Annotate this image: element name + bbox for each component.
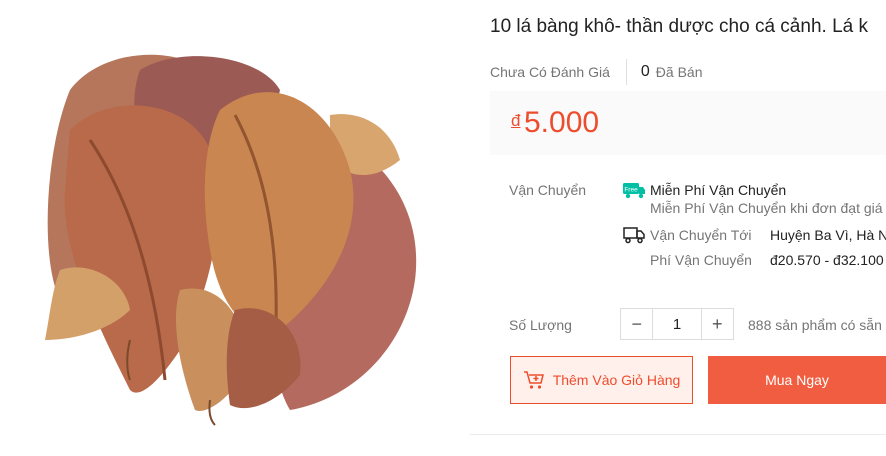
ship-to-label: Vận Chuyển Tới [650, 227, 752, 243]
rating-text[interactable]: Chưa Có Đánh Giá [490, 64, 610, 80]
truck-icon [623, 227, 645, 244]
free-shipping-icon: Free [623, 183, 645, 199]
free-shipping-title: Miễn Phí Vận Chuyển [650, 182, 787, 198]
quantity-input[interactable]: 1 [652, 309, 702, 339]
ship-to-value[interactable]: Huyện Ba Vì, Hà N [770, 227, 886, 243]
rating-sold-row: Chưa Có Đánh Giá 0 Đã Bán [490, 59, 702, 85]
sold-count: 0 [640, 63, 650, 80]
price-box: đ 5.000 [490, 91, 886, 155]
add-to-cart-label: Thêm Vào Giỏ Hàng [552, 372, 681, 388]
buy-now-button[interactable]: Mua Ngay [708, 356, 886, 404]
price: 5.000 [524, 106, 600, 139]
shipping-label: Vận Chuyển [509, 182, 587, 198]
shipping-fee-label: Phí Vận Chuyển [650, 252, 752, 268]
product-image[interactable] [30, 30, 430, 430]
free-badge-text: Free [624, 187, 638, 194]
quantity-label: Số Lượng [509, 317, 572, 333]
free-shipping-desc: Miễn Phí Vận Chuyển khi đơn đạt giá [650, 200, 883, 216]
currency-symbol: đ [511, 111, 521, 130]
increment-button[interactable]: + [702, 309, 733, 339]
section-divider [470, 434, 886, 435]
stock-text: 888 sản phẩm có sẵn [748, 317, 882, 333]
cart-plus-icon [523, 371, 544, 389]
sold-label: Đã Bán [655, 64, 703, 80]
divider [625, 59, 627, 85]
shipping-fee-value[interactable]: đ20.570 - đ32.100 [770, 252, 884, 268]
product-title: 10 lá bàng khô- thần dược cho cá cảnh. L… [490, 16, 868, 37]
decrement-button[interactable]: − [621, 309, 652, 339]
add-to-cart-button[interactable]: Thêm Vào Giỏ Hàng [510, 356, 693, 404]
quantity-stepper: − 1 + [620, 308, 734, 340]
